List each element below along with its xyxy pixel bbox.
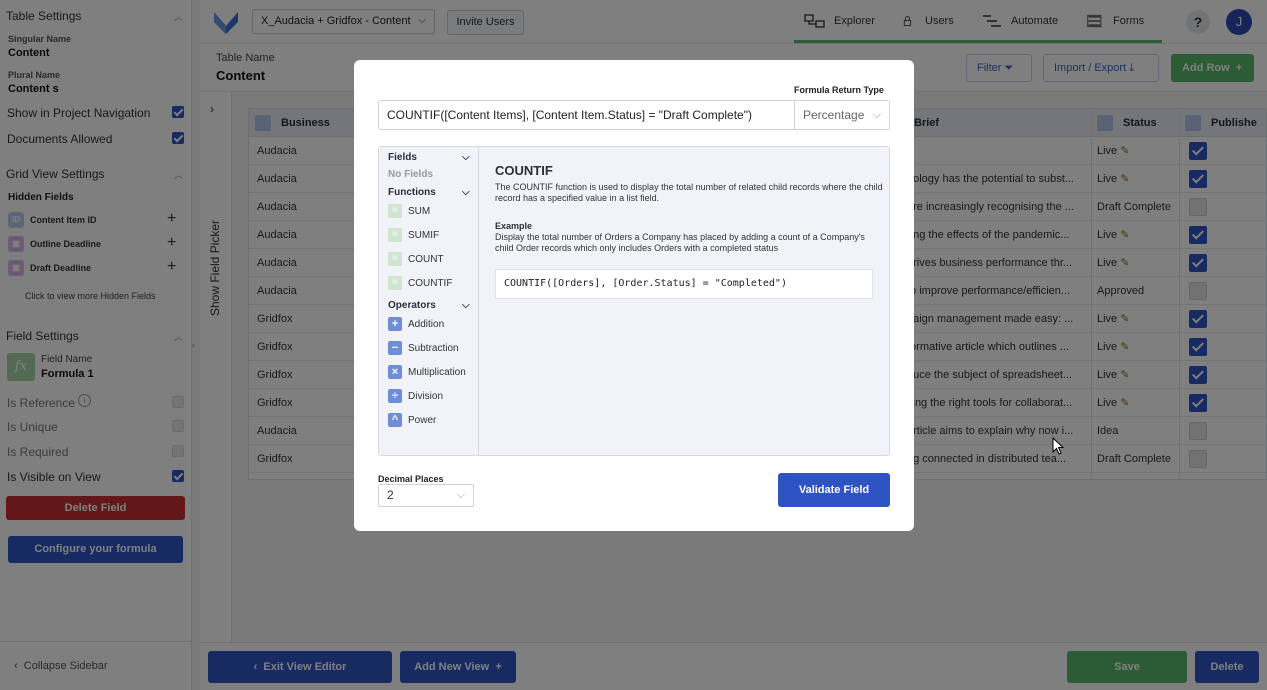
divide-icon: ÷ xyxy=(388,389,402,403)
function-icon: fx xyxy=(388,276,402,290)
function-icon: fx xyxy=(388,252,402,266)
function-item-sum[interactable]: fx SUM xyxy=(388,204,430,218)
multiply-icon: × xyxy=(388,365,402,379)
decimal-places-value: 2 xyxy=(387,488,394,502)
return-type-value: Percentage xyxy=(803,108,865,122)
chevron-down-icon: ⌵ xyxy=(872,109,881,121)
chevron-down-icon: ⌵ xyxy=(462,187,470,198)
fields-section-toggle[interactable]: Fields ⌵ xyxy=(388,152,470,163)
function-icon: fx xyxy=(388,204,402,218)
no-fields-text: No Fields xyxy=(388,169,434,180)
function-label: SUMIF xyxy=(408,229,440,241)
chevron-down-icon: ⌵ xyxy=(462,300,470,311)
fields-label: Fields xyxy=(388,152,417,163)
function-item-sumif[interactable]: fx SUMIF xyxy=(388,228,439,242)
function-item-count[interactable]: fx COUNT xyxy=(388,252,444,266)
function-label: COUNTIF xyxy=(408,277,453,289)
operator-label: Addition xyxy=(408,318,445,330)
operator-item-division[interactable]: ÷ Division xyxy=(388,389,443,403)
mouse-cursor-icon xyxy=(1052,437,1064,455)
validate-field-button[interactable]: Validate Field xyxy=(778,473,890,507)
function-icon: fx xyxy=(388,228,402,242)
formula-input[interactable]: COUNTIF([Content Items], [Content Item.S… xyxy=(378,100,795,130)
formula-return-type-label: Formula Return Type xyxy=(794,85,884,95)
operators-section-toggle[interactable]: Operators ⌵ xyxy=(388,300,470,311)
example-text: Display the total number of Orders a Com… xyxy=(495,232,865,253)
formula-helper-panel: Fields ⌵ No Fields Functions ⌵ fx SUM fx SUM… xyxy=(378,146,890,456)
function-description-text: The COUNTIF function is used to display … xyxy=(495,182,883,203)
minus-icon: − xyxy=(388,341,402,355)
functions-label: Functions xyxy=(388,187,436,198)
function-item-countif[interactable]: fx COUNTIF xyxy=(388,276,452,290)
functions-section-toggle[interactable]: Functions ⌵ xyxy=(388,187,470,198)
operator-label: Division xyxy=(408,390,444,402)
operator-item-power[interactable]: ^ Power xyxy=(388,413,436,427)
example-label: Example xyxy=(495,221,533,231)
operator-item-subtraction[interactable]: − Subtraction xyxy=(388,341,459,355)
chevron-down-icon: ⌵ xyxy=(456,489,465,501)
operator-label: Power xyxy=(408,414,437,426)
plus-icon: + xyxy=(388,317,402,331)
operator-item-multiplication[interactable]: × Multiplication xyxy=(388,365,466,379)
decimal-places-select[interactable]: 2 ⌵ xyxy=(378,484,474,507)
chevron-down-icon: ⌵ xyxy=(462,152,470,163)
function-list: Fields ⌵ No Fields Functions ⌵ fx SUM fx SUM… xyxy=(379,147,479,455)
operator-label: Multiplication xyxy=(408,366,466,378)
app-root: Table Settings ︿ Singular Name Content P… xyxy=(0,0,1267,690)
formula-modal: Formula Return Type COUNTIF([Content Ite… xyxy=(354,60,914,531)
power-icon: ^ xyxy=(388,413,402,427)
return-type-select[interactable]: Percentage ⌵ xyxy=(794,100,890,130)
function-label: COUNT xyxy=(408,253,444,265)
function-label: SUM xyxy=(408,205,431,217)
function-title: COUNTIF xyxy=(495,163,553,178)
operators-label: Operators xyxy=(388,300,436,311)
decimal-places-label: Decimal Places xyxy=(378,474,444,484)
example-code: COUNTIF([Orders], [Order.Status] = "Comp… xyxy=(495,269,873,299)
operator-item-addition[interactable]: + Addition xyxy=(388,317,444,331)
operator-label: Subtraction xyxy=(408,342,459,354)
